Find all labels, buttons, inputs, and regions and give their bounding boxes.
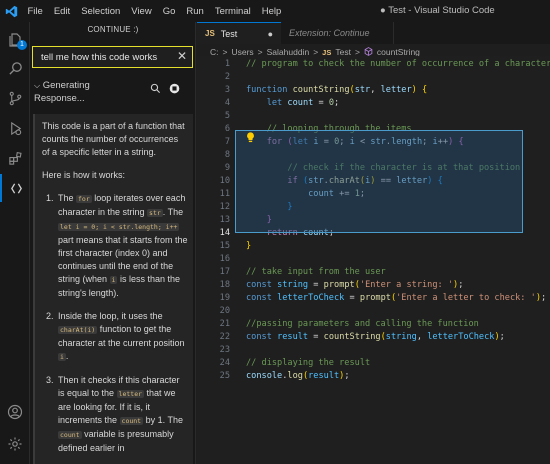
code-line[interactable]: // take input from the user — [246, 266, 386, 279]
line-number: 2 — [224, 72, 230, 82]
run-debug-icon[interactable] — [0, 114, 30, 142]
response-intro: This code is a part of a function that c… — [42, 121, 185, 157]
title-bar: File Edit Selection View Go Run Terminal… — [0, 0, 550, 22]
menu-view[interactable]: View — [126, 6, 157, 17]
line-number: 20 — [219, 306, 230, 316]
response-how: Here is how it works: — [42, 170, 126, 180]
activity-bar: 1 — [0, 22, 30, 464]
account-icon[interactable] — [0, 398, 30, 426]
explorer-icon[interactable]: 1 — [0, 26, 30, 54]
code-editor[interactable]: 1 // program to check the number of occur… — [197, 56, 550, 464]
line-number: 17 — [219, 267, 230, 277]
code-line[interactable]: console.log(result); — [246, 370, 350, 383]
menu-file[interactable]: File — [22, 6, 48, 17]
line-number: 7 — [224, 137, 230, 147]
line-number: 11 — [219, 189, 230, 199]
code-line[interactable]: let count = 0; — [246, 97, 340, 110]
code-line[interactable]: const string = prompt('Enter a string: '… — [246, 279, 463, 292]
line-number: 16 — [219, 254, 230, 264]
extensions-icon[interactable] — [0, 144, 30, 172]
search-icon[interactable] — [150, 81, 161, 99]
line-number: 8 — [224, 150, 230, 160]
chat-input[interactable]: tell me how this code works ✕ — [32, 46, 193, 68]
js-file-icon: JS — [205, 29, 215, 38]
line-number: 25 — [219, 371, 230, 381]
tab-test[interactable]: JS Test ● — [197, 22, 281, 44]
code-line[interactable]: //passing parameters and calling the fun… — [246, 318, 479, 331]
menu-edit[interactable]: Edit — [48, 6, 75, 17]
line-number: 14 — [219, 228, 230, 238]
list-item: Then it checks if this character is equa… — [56, 374, 188, 455]
tab-label: Extension: Continue — [289, 28, 370, 38]
line-number: 19 — [219, 293, 230, 303]
line-number: 21 — [219, 319, 230, 329]
code-line[interactable]: // program to check the number of occurr… — [246, 58, 550, 71]
list-item: The for loop iterates over each characte… — [56, 192, 188, 300]
code-line[interactable]: } — [246, 240, 251, 253]
continue-icon[interactable] — [0, 174, 30, 202]
settings-gear-icon[interactable] — [0, 430, 30, 458]
stop-icon[interactable] — [169, 81, 180, 99]
line-number: 13 — [219, 215, 230, 225]
modified-dot-icon[interactable]: ● — [268, 29, 273, 39]
code-line[interactable]: function countString(str, letter) { — [246, 84, 427, 97]
menu-go[interactable]: Go — [157, 6, 181, 17]
line-number: 4 — [224, 98, 230, 108]
line-number: 6 — [224, 124, 230, 134]
code-selection-highlight — [235, 130, 523, 233]
explorer-badge: 1 — [17, 40, 27, 50]
line-number: 5 — [224, 111, 230, 121]
chevron-down-icon[interactable]: ⌵ — [34, 81, 40, 90]
generating-label: Generating — [42, 80, 90, 91]
line-number: 15 — [219, 241, 230, 251]
line-number: 22 — [219, 332, 230, 342]
list-item: Inside the loop, it uses the charAt(i) f… — [56, 310, 188, 364]
line-number: 1 — [224, 59, 230, 69]
code-line[interactable]: const letterToCheck = prompt('Enter a le… — [246, 292, 546, 305]
chat-response: This code is a part of a function that c… — [33, 114, 193, 464]
sidebar-title: CONTINUE :) — [87, 25, 139, 34]
source-control-icon[interactable] — [0, 84, 30, 112]
search-icon[interactable] — [0, 54, 30, 82]
generating-status: ⌵ Generating Response... — [34, 79, 90, 105]
tab-label: Test — [220, 28, 238, 39]
continue-sidebar: CONTINUE :) tell me how this code works … — [30, 22, 196, 464]
line-number: 23 — [219, 345, 230, 355]
menu-terminal[interactable]: Terminal — [209, 6, 256, 17]
line-number: 3 — [224, 85, 230, 95]
menu-run[interactable]: Run — [181, 6, 209, 17]
window-title: ● Test - Visual Studio Code — [380, 5, 495, 16]
line-number: 18 — [219, 280, 230, 290]
line-number: 12 — [219, 202, 230, 212]
editor-tabs: JS Test ● Extension: Continue — [197, 22, 550, 44]
line-number: 24 — [219, 358, 230, 368]
menu-selection[interactable]: Selection — [76, 6, 126, 17]
chat-input-value: tell me how this code works — [41, 51, 158, 63]
lightbulb-icon[interactable] — [246, 130, 255, 148]
vscode-logo-icon — [0, 0, 22, 22]
line-number: 10 — [219, 176, 230, 186]
close-icon[interactable]: ✕ — [177, 49, 187, 63]
menu-help[interactable]: Help — [256, 6, 287, 17]
code-line[interactable]: // displaying the result — [246, 357, 370, 370]
code-line[interactable]: const result = countString(string, lette… — [246, 331, 505, 344]
tab-extension-continue[interactable]: Extension: Continue — [281, 22, 394, 44]
generating-label-2: Response... — [34, 93, 85, 104]
line-number: 9 — [224, 163, 230, 173]
